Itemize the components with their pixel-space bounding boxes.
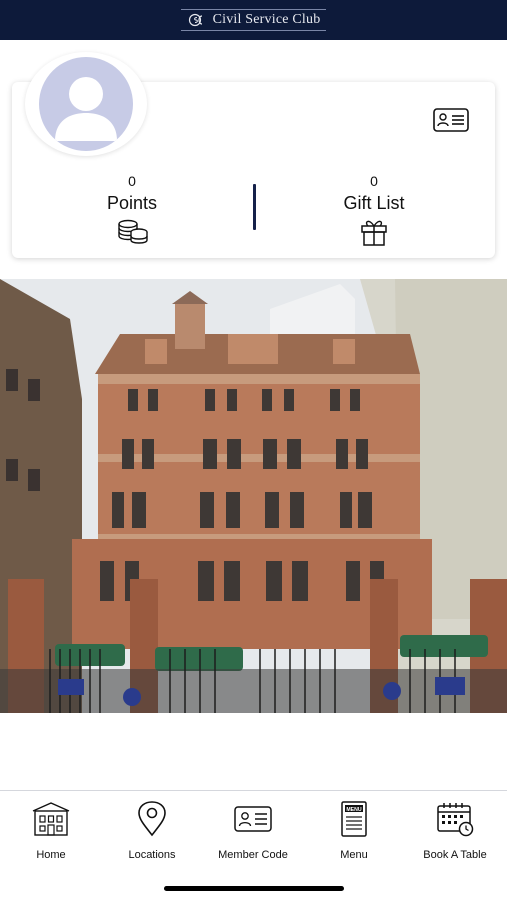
tab-menu[interactable]: MENU Menu — [304, 801, 404, 861]
calendar-icon — [437, 803, 474, 837]
tab-home-label: Home — [36, 849, 66, 861]
tab-member-code[interactable]: Member Code — [203, 801, 303, 861]
points-stat[interactable]: 0 Points — [52, 172, 212, 246]
member-card-button[interactable] — [432, 107, 470, 133]
logo-text: Civil Service Club — [212, 12, 321, 27]
id-card-icon — [234, 806, 272, 832]
building-icon — [32, 802, 70, 836]
tab-locations[interactable]: Locations — [102, 801, 202, 861]
gift-value: 0 — [370, 173, 378, 189]
stats-divider — [253, 184, 256, 230]
gift-icon — [361, 220, 387, 246]
coins-icon — [118, 219, 148, 244]
tab-home[interactable]: Home — [1, 801, 101, 861]
home-indicator[interactable] — [164, 886, 344, 891]
club-monogram-icon — [188, 13, 202, 27]
points-label: Points — [106, 193, 158, 213]
app-header: Civil Service Club — [0, 0, 507, 40]
tab-book-a-table-label: Book A Table — [423, 849, 487, 861]
menu-book-icon: MENU — [341, 801, 367, 837]
bottom-tab-bar: Home Locations Member Code MENU Menu Boo… — [0, 790, 507, 900]
avatar — [39, 57, 133, 151]
gift-list-stat[interactable]: 0 Gift List — [294, 172, 454, 246]
clubhouse-photo — [0, 279, 507, 713]
tab-locations-label: Locations — [128, 849, 176, 861]
points-value: 0 — [128, 173, 136, 189]
location-pin-icon — [138, 801, 166, 837]
gift-label: Gift List — [343, 193, 405, 213]
building-illustration — [0, 279, 507, 713]
club-logo: Civil Service Club — [180, 9, 327, 31]
id-card-icon — [433, 108, 469, 132]
user-silhouette-icon — [55, 77, 117, 141]
tab-menu-label: Menu — [340, 849, 368, 861]
avatar-frame[interactable] — [25, 52, 147, 156]
tab-book-a-table[interactable]: Book A Table — [405, 801, 505, 861]
tab-member-code-label: Member Code — [218, 849, 288, 861]
svg-text:MENU: MENU — [346, 807, 362, 813]
